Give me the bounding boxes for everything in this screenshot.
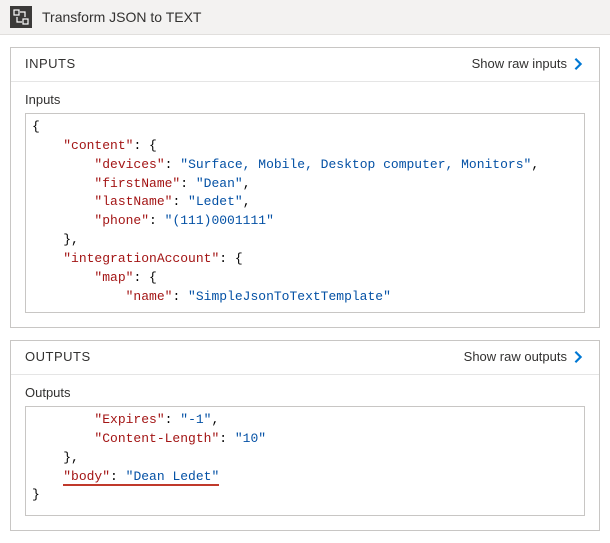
inputs-card-body: Inputs { "content": { "devices": "Surfac… (11, 82, 599, 327)
show-raw-outputs-link[interactable]: Show raw outputs (464, 349, 585, 364)
inputs-card-header: INPUTS Show raw inputs (11, 48, 599, 82)
outputs-body-highlight: "body": "Dean Ledet" (63, 469, 219, 486)
outputs-code-frame: "Expires": "-1", "Content-Length": "10" … (25, 406, 585, 516)
json-value-content-length: "10" (235, 431, 266, 446)
outputs-card-body: Outputs "Expires": "-1", "Content-Length… (11, 375, 599, 530)
json-value-phone: "(111)0001111" (165, 213, 274, 228)
json-value-firstName: "Dean" (196, 176, 243, 191)
title-bar: Transform JSON to TEXT (0, 0, 610, 35)
inputs-section-title: INPUTS (25, 56, 76, 71)
json-value-lastName: "Ledet" (188, 194, 243, 209)
json-value-map-name: "SimpleJsonToTextTemplate" (188, 289, 391, 304)
inputs-subheader: Inputs (25, 92, 585, 107)
page-title: Transform JSON to TEXT (42, 9, 201, 25)
outputs-section-title: OUTPUTS (25, 349, 91, 364)
outputs-subheader: Outputs (25, 385, 585, 400)
json-value-body: "Dean Ledet" (126, 469, 220, 484)
inputs-code-scroll[interactable]: { "content": { "devices": "Surface, Mobi… (32, 118, 584, 308)
json-value-devices: "Surface, Mobile, Desktop computer, Moni… (180, 157, 531, 172)
show-raw-inputs-link[interactable]: Show raw inputs (472, 56, 585, 71)
inputs-json-content: { "content": { "devices": "Surface, Mobi… (32, 118, 566, 308)
show-raw-outputs-label: Show raw outputs (464, 349, 567, 364)
outputs-json-content: "Expires": "-1", "Content-Length": "10" … (32, 411, 566, 505)
transform-json-icon (10, 6, 32, 28)
outputs-card: OUTPUTS Show raw outputs Outputs "Expire… (10, 340, 600, 531)
chevron-right-icon (571, 57, 585, 71)
inputs-code-frame: { "content": { "devices": "Surface, Mobi… (25, 113, 585, 313)
chevron-right-icon (571, 350, 585, 364)
outputs-card-header: OUTPUTS Show raw outputs (11, 341, 599, 375)
json-value-expires: "-1" (180, 412, 211, 427)
inputs-card: INPUTS Show raw inputs Inputs { "content… (10, 47, 600, 328)
show-raw-inputs-label: Show raw inputs (472, 56, 567, 71)
outputs-code-scroll[interactable]: "Expires": "-1", "Content-Length": "10" … (32, 411, 584, 511)
